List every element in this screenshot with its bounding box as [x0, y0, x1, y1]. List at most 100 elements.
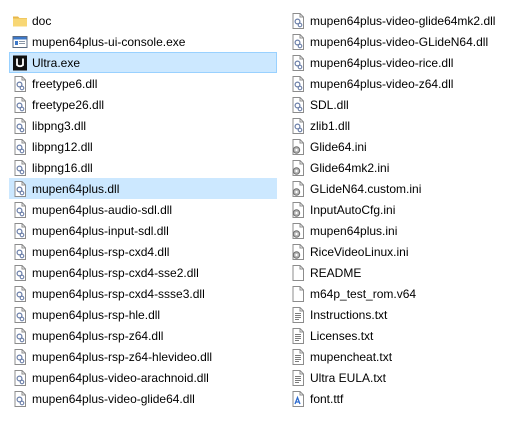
- file-name: Glide64.ini: [310, 139, 367, 154]
- file-item[interactable]: mupen64plus-video-glide64.dll: [9, 388, 277, 409]
- file-item[interactable]: RiceVideoLinux.ini: [287, 241, 505, 262]
- file-list: doc mupen64plus-ui-console.exe Ultra.exe fr…: [0, 0, 512, 426]
- dll-file-icon: [12, 390, 28, 407]
- file-item[interactable]: Licenses.txt: [287, 325, 505, 346]
- dll-file-icon: [12, 348, 28, 365]
- file-name: mupen64plus-video-glide64.dll: [32, 391, 195, 406]
- dll-file-icon: [12, 306, 28, 323]
- file-column-left: doc mupen64plus-ui-console.exe Ultra.exe fr…: [9, 10, 277, 409]
- file-item[interactable]: mupen64plus-rsp-cxd4-sse2.dll: [9, 262, 277, 283]
- dll-file-icon: [12, 117, 28, 134]
- file-item[interactable]: mupen64plus.dll: [9, 178, 277, 199]
- file-name: Glide64mk2.ini: [310, 160, 390, 175]
- file-name: mupen64plus-rsp-z64-hlevideo.dll: [32, 349, 213, 364]
- ini-file-icon: [290, 138, 306, 155]
- file-item[interactable]: mupen64plus-video-rice.dll: [287, 52, 505, 73]
- file-name: libpng3.dll: [32, 118, 87, 133]
- text-file-icon: [290, 327, 306, 344]
- file-item[interactable]: mupen64plus-video-arachnoid.dll: [9, 367, 277, 388]
- file-name: font.ttf: [310, 391, 344, 406]
- dll-file-icon: [12, 75, 28, 92]
- file-name: mupen64plus-video-rice.dll: [310, 55, 454, 70]
- ini-file-icon: [290, 201, 306, 218]
- file-item[interactable]: mupen64plus-audio-sdl.dll: [9, 199, 277, 220]
- file-name: Ultra.exe: [32, 55, 81, 70]
- file-item[interactable]: GLideN64.custom.ini: [287, 178, 505, 199]
- text-file-icon: [290, 369, 306, 386]
- file-item[interactable]: Ultra EULA.txt: [287, 367, 505, 388]
- file-item[interactable]: freetype6.dll: [9, 73, 277, 94]
- file-item[interactable]: mupen64plus-ui-console.exe: [9, 31, 277, 52]
- file-item[interactable]: libpng16.dll: [9, 157, 277, 178]
- ini-file-icon: [290, 159, 306, 176]
- console-app-icon: [12, 34, 28, 50]
- file-item[interactable]: Instructions.txt: [287, 304, 505, 325]
- file-name: libpng16.dll: [32, 160, 93, 175]
- file-name: mupen64plus-video-GLideN64.dll: [310, 34, 489, 49]
- file-item[interactable]: freetype26.dll: [9, 94, 277, 115]
- dll-file-icon: [12, 369, 28, 386]
- file-item[interactable]: mupen64plus-rsp-z64.dll: [9, 325, 277, 346]
- file-item[interactable]: mupen64plus-video-z64.dll: [287, 73, 505, 94]
- file-item[interactable]: libpng12.dll: [9, 136, 277, 157]
- file-item[interactable]: mupen64plus-video-GLideN64.dll: [287, 31, 505, 52]
- file-item[interactable]: mupencheat.txt: [287, 346, 505, 367]
- file-name: doc: [32, 13, 52, 28]
- dll-file-icon: [12, 243, 28, 260]
- file-item[interactable]: mupen64plus-rsp-z64-hlevideo.dll: [9, 346, 277, 367]
- file-name: mupen64plus-ui-console.exe: [32, 34, 186, 49]
- file-item[interactable]: Ultra.exe: [9, 52, 277, 73]
- file-name: m64p_test_rom.v64: [310, 286, 417, 301]
- dll-file-icon: [12, 222, 28, 239]
- dll-file-icon: [12, 159, 28, 176]
- file-name: Instructions.txt: [310, 307, 388, 322]
- dll-file-icon: [290, 33, 306, 50]
- dll-file-icon: [12, 96, 28, 113]
- file-item[interactable]: mupen64plus-rsp-cxd4.dll: [9, 241, 277, 262]
- file-item[interactable]: Glide64.ini: [287, 136, 505, 157]
- file-column-right: mupen64plus-video-glide64mk2.dll mupen64p…: [287, 10, 505, 409]
- file-item[interactable]: mupen64plus.ini: [287, 220, 505, 241]
- file-name: mupen64plus-audio-sdl.dll: [32, 202, 173, 217]
- file-item[interactable]: mupen64plus-video-glide64mk2.dll: [287, 10, 505, 31]
- file-item[interactable]: Glide64mk2.ini: [287, 157, 505, 178]
- dll-file-icon: [290, 75, 306, 92]
- file-name: mupen64plus.dll: [32, 181, 120, 196]
- file-item[interactable]: mupen64plus-rsp-hle.dll: [9, 304, 277, 325]
- file-name: mupen64plus-rsp-cxd4-ssse3.dll: [32, 286, 205, 301]
- blank-file-icon: [290, 264, 306, 281]
- file-item[interactable]: font.ttf: [287, 388, 505, 409]
- file-item[interactable]: m64p_test_rom.v64: [287, 283, 505, 304]
- file-item[interactable]: README: [287, 262, 505, 283]
- file-item[interactable]: libpng3.dll: [9, 115, 277, 136]
- file-name: zlib1.dll: [310, 118, 351, 133]
- file-item[interactable]: zlib1.dll: [287, 115, 505, 136]
- font-file-icon: [290, 390, 306, 407]
- file-name: mupen64plus-rsp-cxd4.dll: [32, 244, 170, 259]
- file-name: mupen64plus-video-glide64mk2.dll: [310, 13, 496, 28]
- file-item[interactable]: SDL.dll: [287, 94, 505, 115]
- file-item[interactable]: mupen64plus-input-sdl.dll: [9, 220, 277, 241]
- file-item[interactable]: InputAutoCfg.ini: [287, 199, 505, 220]
- ultra-app-icon: [12, 55, 28, 71]
- file-name: mupen64plus-input-sdl.dll: [32, 223, 169, 238]
- file-name: Licenses.txt: [310, 328, 374, 343]
- file-item[interactable]: mupen64plus-rsp-cxd4-ssse3.dll: [9, 283, 277, 304]
- file-name: mupen64plus-video-z64.dll: [310, 76, 454, 91]
- file-name: SDL.dll: [310, 97, 349, 112]
- ini-file-icon: [290, 243, 306, 260]
- file-name: libpng12.dll: [32, 139, 93, 154]
- file-name: README: [310, 265, 362, 280]
- text-file-icon: [290, 348, 306, 365]
- file-name: freetype26.dll: [32, 97, 105, 112]
- dll-file-icon: [12, 264, 28, 281]
- file-name: mupen64plus-rsp-z64.dll: [32, 328, 164, 343]
- folder-icon: [12, 13, 28, 29]
- ini-file-icon: [290, 222, 306, 239]
- dll-file-icon: [290, 96, 306, 113]
- blank-file-icon: [290, 285, 306, 302]
- file-item[interactable]: doc: [9, 10, 277, 31]
- file-name: GLideN64.custom.ini: [310, 181, 422, 196]
- dll-file-icon: [290, 117, 306, 134]
- file-name: mupencheat.txt: [310, 349, 393, 364]
